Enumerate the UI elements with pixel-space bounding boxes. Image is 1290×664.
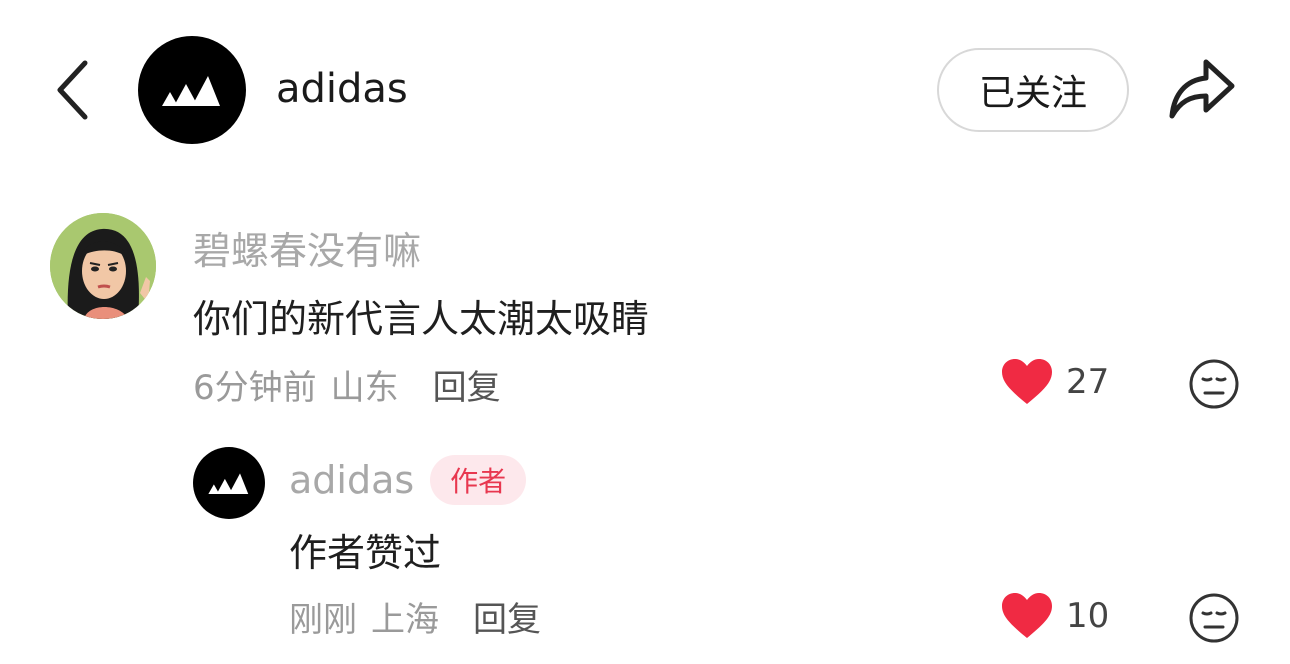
reply-avatar[interactable] [193, 447, 265, 519]
author-badge: 作者 [430, 455, 527, 505]
comment-meta: 6分钟前 山东 回复 [193, 360, 501, 409]
chevron-left-icon [57, 60, 88, 120]
adidas-logo-icon [162, 76, 220, 106]
reply-button[interactable]: 回复 [433, 360, 501, 409]
reply-location: 上海 [371, 600, 439, 640]
like-count: 27 [1066, 362, 1110, 402]
reply-reply-button[interactable]: 回复 [473, 592, 541, 641]
reply-username[interactable]: adidas [289, 458, 414, 502]
account-name[interactable]: adidas [276, 66, 408, 112]
reply-like-count: 10 [1066, 596, 1110, 636]
meh-face-icon [1189, 593, 1239, 643]
cartoon-woman-avatar-icon [50, 213, 156, 319]
comment-time: 6分钟前 [193, 368, 317, 408]
reply-time: 刚刚 [289, 600, 357, 640]
comment-username[interactable]: 碧螺春没有嘛 [193, 220, 421, 275]
reply-text: 作者赞过 [289, 531, 442, 575]
comment-location: 山东 [330, 368, 399, 408]
adidas-logo-icon [208, 473, 249, 494]
reply-dislike-button[interactable] [1188, 592, 1240, 648]
dislike-button[interactable] [1188, 358, 1240, 414]
back-button[interactable] [50, 55, 100, 125]
reply-like-button[interactable]: 10 [1000, 592, 1109, 640]
like-button[interactable]: 27 [1000, 358, 1109, 406]
heart-icon [1002, 359, 1052, 404]
share-arrow-icon [1169, 59, 1235, 119]
comment-avatar[interactable] [50, 213, 156, 319]
meh-face-icon [1189, 359, 1239, 409]
reply-header: adidas 作者 [289, 455, 527, 505]
heart-icon [1002, 593, 1052, 638]
comment-text: 你们的新代言人太潮太吸睛 [193, 297, 650, 341]
reply-meta: 刚刚 上海 回复 [289, 592, 541, 641]
follow-button[interactable]: 已关注 [937, 48, 1129, 132]
header-avatar[interactable] [138, 36, 246, 144]
share-button[interactable] [1166, 56, 1238, 122]
